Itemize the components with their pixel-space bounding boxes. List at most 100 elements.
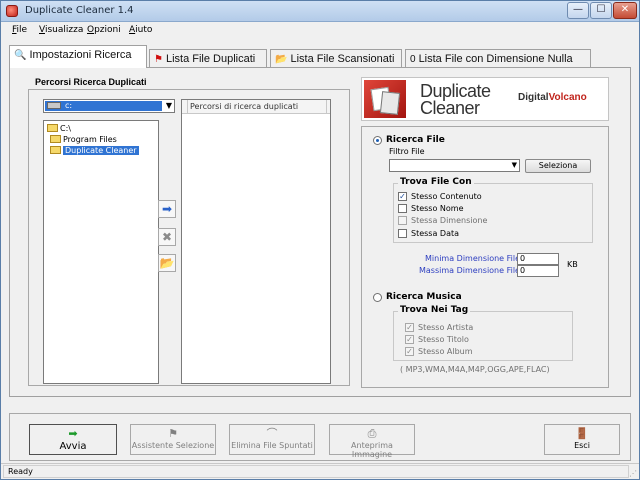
image-preview-label: Anteprima Immagine [351,441,393,459]
same-album-checkbox[interactable]: ✓ [405,347,414,356]
folder-open-icon [50,135,61,143]
close-button[interactable]: ✕ [613,2,637,19]
tree-item-selected[interactable]: Duplicate Cleaner [50,145,139,156]
same-album-label: Stesso Album [418,347,473,356]
same-date-checkbox[interactable] [398,229,407,238]
tree-item[interactable]: Program Files [50,134,117,145]
drive-icon [47,102,61,109]
exit-button[interactable]: 🚪 Esci [544,424,620,455]
magnifier-icon: 🔍 [14,50,27,61]
file-search-label[interactable]: Ricerca File [386,135,445,145]
size-unit-label: KB [567,260,578,269]
file-search-radio[interactable] [373,136,382,145]
exit-button-label: Esci [574,441,590,450]
start-button-label: Avvia [59,441,87,452]
remove-path-button[interactable]: ✖ [158,228,176,246]
browse-folder-button[interactable]: 📂 [158,254,176,272]
menu-visualizza[interactable]: Visualizza [39,25,83,35]
menu-opzioni[interactable]: Opzioni [87,25,121,35]
green-arrow-icon: ➡ [68,427,78,440]
list-header-label[interactable]: Percorsi di ricerca duplicati [190,102,298,111]
chevron-down-icon: ▼ [165,101,172,110]
min-size-label: Minima Dimensione File [425,254,521,263]
tab-lista-file-dimensione-nulla[interactable]: 0 Lista File con Dimensione Nulla [405,49,591,68]
start-button[interactable]: ➡ Avvia [29,424,117,455]
find-files-title: Trova File Con [398,177,474,187]
tree-item-label: Duplicate Cleaner [63,146,139,155]
zero-icon: 0 [410,54,416,65]
same-title-checkbox[interactable]: ✓ [405,335,414,344]
brand-name: DigitalVolcano [518,92,587,103]
folder-open-icon [47,124,58,132]
chevron-down-icon: ▼ [511,161,517,169]
minimize-button[interactable]: — [567,2,589,19]
logo-line2: Cleaner [420,98,480,118]
add-path-button[interactable]: ➡ [158,200,176,218]
same-name-checkbox[interactable] [398,204,407,213]
header-spacer [182,100,188,113]
menu-aiuto-label: iuto [135,25,153,35]
tree-item-label: C:\ [60,124,71,133]
status-bar: Ready ⋰ [1,463,639,479]
same-date-label: Stessa Data [411,229,460,238]
same-content-checkbox[interactable]: ✓ [398,192,407,201]
title-bar: Duplicate Cleaner 1.4 — ☐ ✕ [1,1,639,22]
preview-icon: ⎙ [367,427,377,440]
app-window: Duplicate Cleaner 1.4 — ☐ ✕ File Visuali… [0,0,640,480]
same-name-label: Stesso Nome [411,204,464,213]
tree-item-label: Program Files [63,135,117,144]
tab-label: Lista File con Dimensione Nulla [418,53,573,65]
music-search-label[interactable]: Ricerca Musica [386,292,462,302]
header-spacer [326,100,330,113]
same-title-label: Stesso Titolo [418,335,469,344]
menu-file[interactable]: File [12,25,27,35]
same-content-label: Stesso Contenuto [411,192,482,201]
logo-mark-icon [364,80,406,118]
min-size-input[interactable]: 0 [517,253,559,265]
search-paths-title: Percorsi Ricerca Duplicati [35,77,147,87]
search-paths-list[interactable]: Percorsi di ricerca duplicati [181,99,331,384]
selection-assistant-button[interactable]: ⚑ Assistente Selezione [130,424,216,455]
tab-label: Lista File Duplicati [165,53,256,65]
menu-file-label: ile [16,25,28,35]
tree-item[interactable]: C:\ [47,123,71,134]
same-artist-label: Stesso Artista [418,323,474,332]
delete-checked-label: Elimina File Spuntati [231,441,313,450]
tab-label: Lista File Scansionati [290,53,395,65]
menu-visualizza-label: isualizza [44,25,84,35]
list-header: Percorsi di ricerca duplicati [182,100,330,114]
app-icon [6,5,18,17]
same-size-label: Stessa Dimensione [411,216,488,225]
menu-opzioni-label: pzioni [94,25,121,35]
status-text: Ready [3,465,629,478]
image-preview-button[interactable]: ⎙ Anteprima Immagine [329,424,415,459]
select-filter-button[interactable]: Seleziona [525,159,591,173]
drive-select[interactable]: c: ▼ [43,99,175,113]
music-formats-label: ( MP3,WMA,M4A,M4P,OGG,APE,FLAC) [400,365,550,374]
selection-assistant-label: Assistente Selezione [131,441,215,450]
max-size-label: Massima Dimensione File [419,266,520,275]
tab-impostazioni-ricerca[interactable]: 🔍 Impostazioni Ricerca [9,45,147,68]
maximize-button[interactable]: ☐ [590,2,612,19]
same-artist-checkbox[interactable]: ✓ [405,323,414,332]
folder-open-icon [50,146,61,154]
menu-aiuto[interactable]: Aiuto [129,25,152,35]
wand-icon: ⚑ [168,427,178,440]
same-size-checkbox[interactable] [398,216,407,225]
window-title: Duplicate Cleaner 1.4 [25,5,134,16]
resize-grip-icon[interactable]: ⋰ [629,469,637,478]
tab-lista-file-scansionati[interactable]: 📂 Lista File Scansionati [270,49,402,68]
delete-checked-button[interactable]: ⌒ Elimina File Spuntati [229,424,315,455]
file-filter-combo[interactable]: ▼ [389,159,520,172]
brand-part-b: Volcano [548,92,587,103]
tab-lista-file-duplicati[interactable]: ⚑ Lista File Duplicati [149,49,267,68]
max-size-input[interactable]: 0 [517,265,559,277]
find-tags-title: Trova Nei Tag [398,305,471,315]
app-logo: Duplicate Cleaner DigitalVolcano [361,77,609,121]
folder-tree[interactable]: C:\ Program Files Duplicate Cleaner [43,120,159,384]
music-search-radio[interactable] [373,293,382,302]
tab-label: Impostazioni Ricerca [29,49,132,61]
drive-select-value: c: [45,101,162,111]
brand-part-a: Digital [518,92,549,103]
exit-door-icon: 🚪 [575,427,589,440]
